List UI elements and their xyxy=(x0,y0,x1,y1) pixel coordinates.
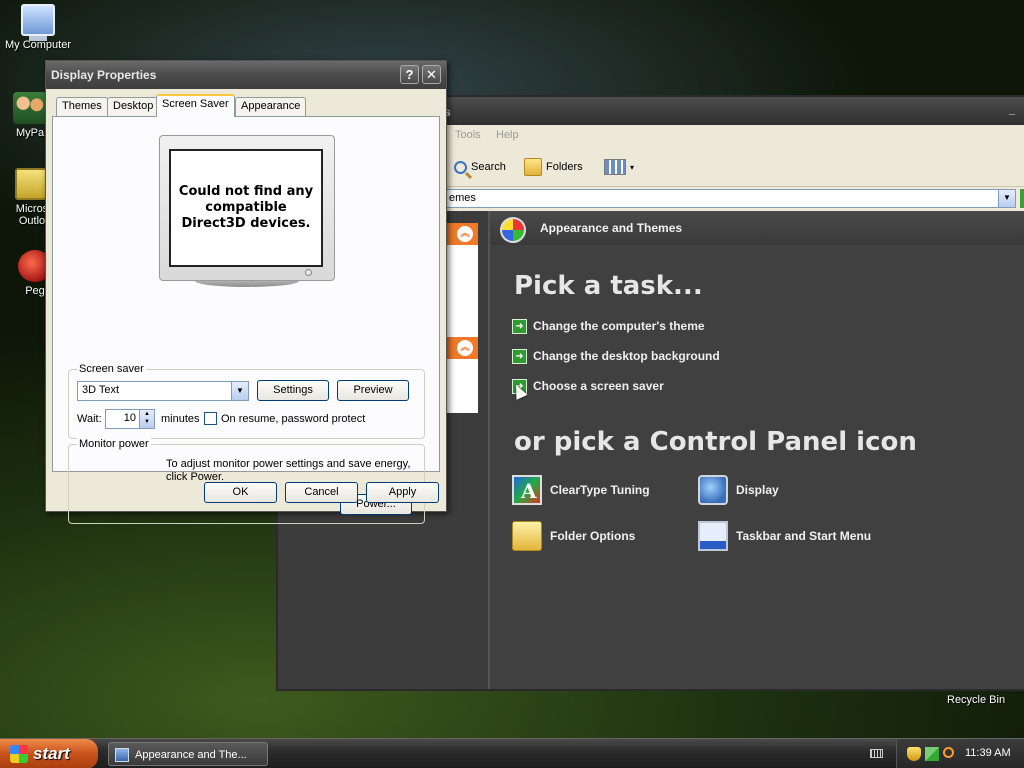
select-value: 3D Text xyxy=(82,384,120,396)
task-label: Change the desktop background xyxy=(533,349,720,363)
pick-task-heading: Pick a task... xyxy=(514,271,703,301)
folder-options-icon xyxy=(512,521,542,551)
screen-saver-group: Screen saver 3D Text ▼ Settings Preview … xyxy=(68,363,425,439)
icon-label: Folder Options xyxy=(550,529,636,543)
clock[interactable]: 11:39 AM xyxy=(965,747,1011,759)
security-shield-icon[interactable] xyxy=(907,747,921,761)
network-icon[interactable] xyxy=(925,747,939,761)
monitor-body: Could not find any compatible Direct3D d… xyxy=(159,135,335,281)
windows-logo-icon xyxy=(10,745,28,763)
chevron-down-icon[interactable]: ▼ xyxy=(998,190,1015,207)
taskbar: start Appearance and The... 11:39 AM xyxy=(0,738,1024,768)
system-tray: 11:39 AM xyxy=(896,739,1024,768)
ok-button[interactable]: OK xyxy=(204,482,277,503)
taskbar-start-menu-link[interactable]: Taskbar and Start Menu xyxy=(698,521,871,551)
monitor-preview: Could not find any compatible Direct3D d… xyxy=(159,135,335,287)
apply-button[interactable]: Apply xyxy=(366,482,439,503)
icon-label: ClearType Tuning xyxy=(550,483,650,497)
dialog-title: Display Properties xyxy=(51,68,157,82)
power-description: To adjust monitor power settings and sav… xyxy=(166,458,411,483)
search-button[interactable]: Search xyxy=(454,157,506,177)
keyboard-icon[interactable] xyxy=(870,749,883,758)
minimize-button[interactable]: _ xyxy=(1004,103,1020,119)
spin-arrows-icon[interactable]: ▲ ▼ xyxy=(139,410,154,428)
close-button[interactable]: ✕ xyxy=(422,65,441,84)
screen-saver-select[interactable]: 3D Text ▼ xyxy=(77,381,249,401)
computer-icon xyxy=(21,4,55,41)
category-header: Appearance and Themes xyxy=(490,211,1024,245)
display-link[interactable]: Display xyxy=(698,475,779,505)
wait-label: Wait: xyxy=(77,413,102,425)
monitor-screen: Could not find any compatible Direct3D d… xyxy=(169,149,323,267)
folders-button[interactable]: Folders xyxy=(524,157,583,177)
folder-options-link[interactable]: Folder Options xyxy=(512,521,635,551)
folder-icon xyxy=(524,158,542,176)
settings-button[interactable]: Settings xyxy=(257,380,329,401)
task-change-background[interactable]: ➜ Change the desktop background xyxy=(512,347,720,365)
go-button[interactable] xyxy=(1020,189,1024,208)
arrow-right-icon: ➜ xyxy=(512,348,527,364)
taskbar-item-label: Appearance and The... xyxy=(135,749,247,761)
cleartype-tuning-link[interactable]: ClearType Tuning xyxy=(512,475,650,505)
search-label: Search xyxy=(471,161,506,173)
icon-label: Display xyxy=(736,483,779,497)
chevron-down-icon[interactable]: ▼ xyxy=(231,382,248,400)
task-change-theme[interactable]: ➜ Change the computer's theme xyxy=(512,317,705,335)
category-pane: Appearance and Themes Pick a task... ➜ C… xyxy=(490,211,1024,689)
address-text: emes xyxy=(449,192,476,204)
display-icon xyxy=(698,475,728,505)
panel-header[interactable]: ︽ xyxy=(444,337,478,359)
tab-themes[interactable]: Themes xyxy=(56,97,108,116)
address-field[interactable]: emes ▼ xyxy=(444,189,1016,208)
category-title: Appearance and Themes xyxy=(540,221,683,235)
appearance-themes-icon xyxy=(500,217,526,243)
group-label: Monitor power xyxy=(77,438,151,450)
collapse-chevron-icon[interactable]: ︽ xyxy=(457,340,473,356)
minutes-label: minutes xyxy=(161,413,200,425)
panel-header[interactable]: ︽ xyxy=(444,223,478,245)
task-panel-2: ︽ xyxy=(444,337,478,407)
views-button[interactable]: ▾ xyxy=(604,157,634,177)
screen-saver-page: Could not find any compatible Direct3D d… xyxy=(52,116,440,524)
icon-label: Taskbar and Start Menu xyxy=(736,529,872,543)
taskbar-item-appearance[interactable]: Appearance and The... xyxy=(108,742,268,766)
search-icon[interactable] xyxy=(943,747,954,758)
recycle-bin-label[interactable]: Recycle Bin xyxy=(947,694,1005,706)
wait-stepper[interactable]: 10 ▲ ▼ xyxy=(105,409,155,429)
outlook-icon xyxy=(15,168,49,200)
control-panel-icon xyxy=(115,748,129,762)
dialog-titlebar[interactable]: Display Properties ? ✕ xyxy=(46,61,446,89)
password-protect-label[interactable]: On resume, password protect xyxy=(221,413,365,425)
start-label: start xyxy=(33,744,70,763)
password-protect-checkbox[interactable] xyxy=(204,412,217,425)
menu-tools[interactable]: Tools xyxy=(455,129,481,141)
chevron-down-icon: ▾ xyxy=(630,162,635,172)
task-label: Change the computer's theme xyxy=(533,319,705,333)
help-button[interactable]: ? xyxy=(400,65,419,84)
tab-screen-saver[interactable]: Screen Saver xyxy=(156,94,235,117)
people-icon xyxy=(13,92,47,124)
cleartype-icon xyxy=(512,475,542,505)
task-choose-screen-saver[interactable]: ➜ Choose a screen saver xyxy=(512,377,664,395)
desktop-icon-my-computer[interactable]: My Computer xyxy=(0,4,76,51)
pick-icon-heading: or pick a Control Panel icon xyxy=(514,427,917,457)
wait-value: 10 xyxy=(123,412,136,424)
folders-label: Folders xyxy=(546,161,583,173)
task-label: Choose a screen saver xyxy=(533,379,664,393)
views-icon xyxy=(604,159,626,175)
tab-appearance[interactable]: Appearance xyxy=(235,97,307,116)
preview-message: Could not find any compatible Direct3D d… xyxy=(178,184,314,231)
group-label: Screen saver xyxy=(77,363,146,375)
arrow-right-icon: ➜ xyxy=(512,318,527,334)
menu-help[interactable]: Help xyxy=(496,129,519,141)
taskbar-icon xyxy=(698,521,728,551)
cancel-button[interactable]: Cancel xyxy=(285,482,358,503)
tab-desktop[interactable]: Desktop xyxy=(107,97,160,116)
display-properties-dialog[interactable]: Display Properties ? ✕ Themes Desktop Sc… xyxy=(45,60,447,524)
preview-button[interactable]: Preview xyxy=(337,380,409,401)
collapse-chevron-icon[interactable]: ︽ xyxy=(457,226,473,242)
power-led-icon xyxy=(305,269,312,276)
search-icon xyxy=(454,160,467,174)
start-button[interactable]: start xyxy=(0,739,98,768)
